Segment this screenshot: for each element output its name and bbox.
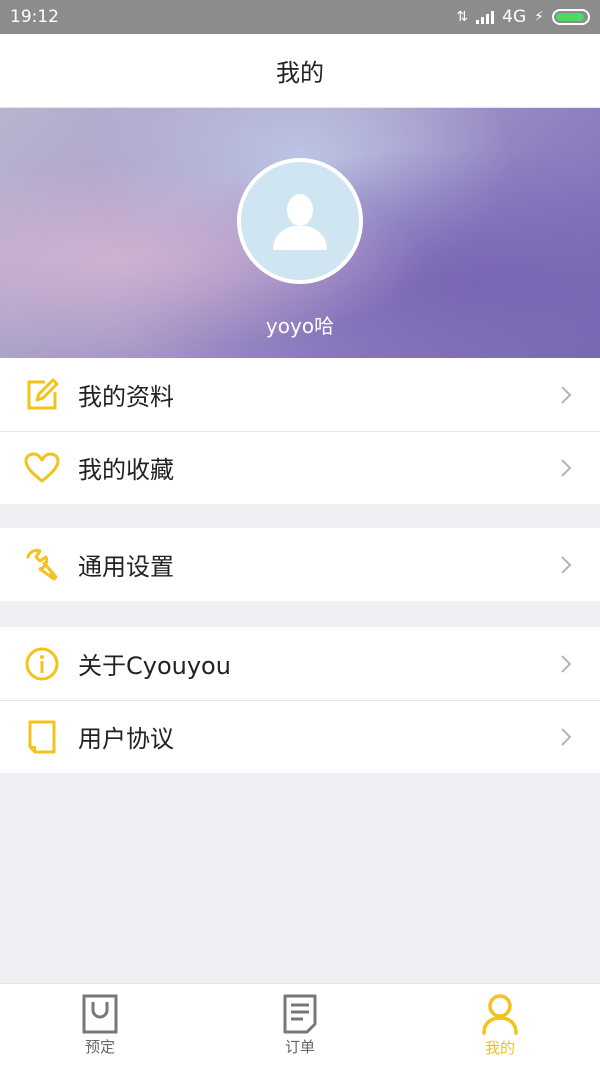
signal-icon xyxy=(476,10,495,24)
user-silhouette-icon xyxy=(273,194,327,250)
menu-item-label: 用户协议 xyxy=(78,725,174,753)
tab-label: 订单 xyxy=(284,1038,315,1056)
chevron-right-icon xyxy=(561,727,572,746)
chevron-right-icon xyxy=(561,458,572,477)
network-type: 4G xyxy=(502,7,527,27)
edit-icon xyxy=(24,377,60,413)
tab-label: 预定 xyxy=(84,1038,115,1056)
data-transfer-icon: ⇅ xyxy=(456,9,469,25)
menu-item-my-profile[interactable]: 我的资料 xyxy=(0,358,600,431)
chevron-right-icon xyxy=(561,385,572,404)
tab-label: 我的 xyxy=(484,1039,515,1057)
page-title: 我的 xyxy=(276,59,324,87)
avatar[interactable] xyxy=(237,158,363,284)
status-time: 19:12 xyxy=(10,7,59,27)
status-bar: 19:12 ⇅ 4G ⚡ xyxy=(0,0,600,34)
profile-banner: yoyo哈 xyxy=(0,108,600,358)
shopping-bag-icon xyxy=(82,994,118,1034)
chevron-right-icon xyxy=(561,654,572,673)
menu-item-about[interactable]: 关于Cyouyou xyxy=(0,627,600,700)
menu-item-user-agreement[interactable]: 用户协议 xyxy=(0,700,600,773)
menu-group-settings: 通用设置 xyxy=(0,528,600,601)
tab-orders[interactable]: 订单 xyxy=(200,984,400,1067)
chevron-right-icon xyxy=(561,555,572,574)
tab-booking[interactable]: 预定 xyxy=(0,984,200,1067)
tab-bar: 预定 订单 我的 xyxy=(0,983,600,1067)
menu-item-label: 关于Cyouyou xyxy=(78,652,231,680)
menu-item-label: 我的收藏 xyxy=(78,456,174,484)
heart-icon xyxy=(24,450,60,486)
wrench-icon xyxy=(24,547,60,583)
menu-group-profile: 我的资料 我的收藏 xyxy=(0,358,600,504)
status-icons: ⇅ 4G ⚡ xyxy=(456,7,590,27)
list-document-icon xyxy=(283,994,317,1034)
battery-icon xyxy=(552,9,590,25)
menu-group-about: 关于Cyouyou 用户协议 xyxy=(0,627,600,773)
username[interactable]: yoyo哈 xyxy=(266,310,334,339)
user-icon xyxy=(482,994,518,1035)
charging-icon: ⚡ xyxy=(534,9,544,25)
info-icon xyxy=(24,646,60,682)
menu-item-favorites[interactable]: 我的收藏 xyxy=(0,431,600,504)
document-icon xyxy=(24,719,60,755)
menu-item-label: 通用设置 xyxy=(78,553,174,581)
nav-bar: 我的 xyxy=(0,34,600,108)
menu-item-general-settings[interactable]: 通用设置 xyxy=(0,528,600,601)
menu-item-label: 我的资料 xyxy=(78,383,174,411)
tab-mine[interactable]: 我的 xyxy=(400,984,600,1067)
